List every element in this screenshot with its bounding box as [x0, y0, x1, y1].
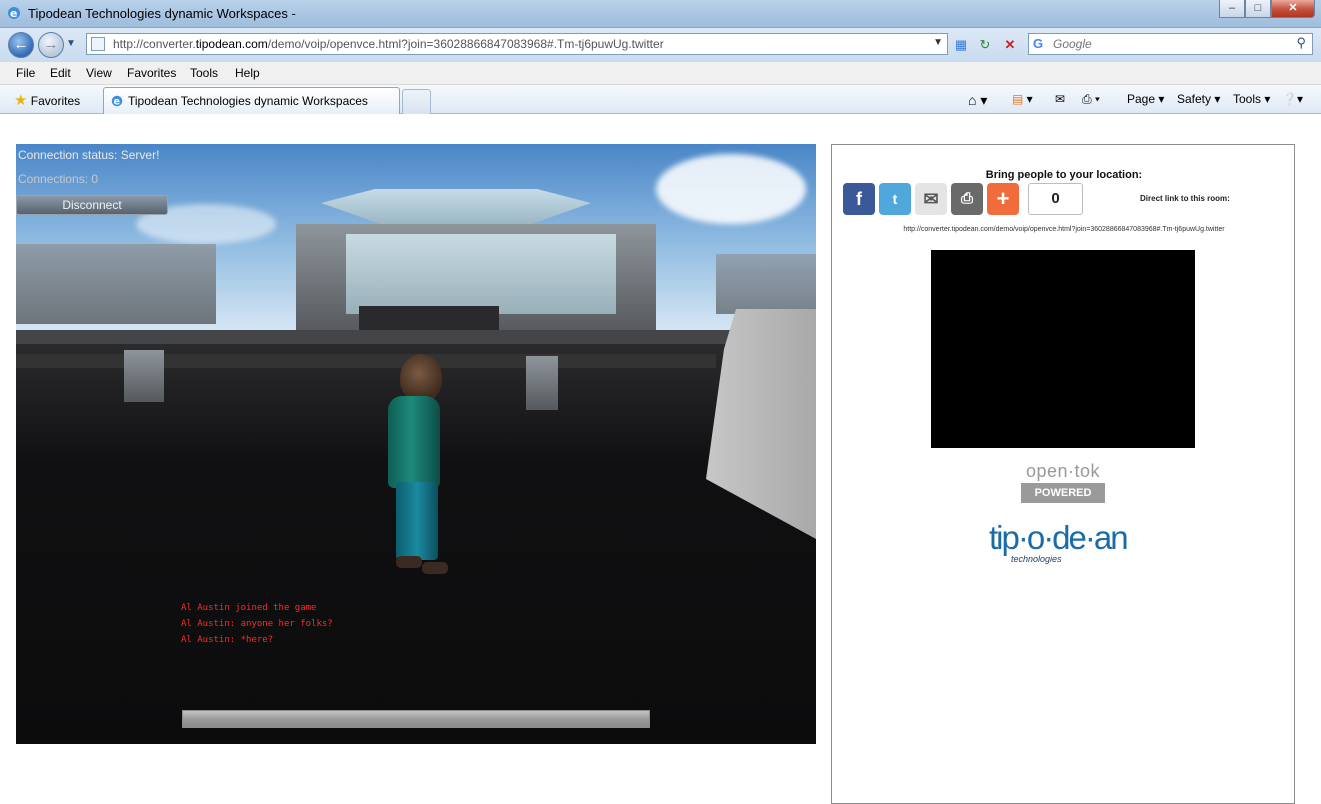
address-dropdown[interactable]: ▼: [933, 37, 943, 48]
connections-count: Connections: 0: [18, 172, 99, 186]
tools-menu[interactable]: Tools ▾: [1233, 92, 1270, 106]
railing: [16, 354, 716, 368]
url-text: http://converter.tipodean.com/demo/voip/…: [113, 37, 664, 51]
railing: [16, 330, 816, 344]
menu-view[interactable]: View: [86, 66, 112, 80]
connection-status: Connection status: Server!: [18, 148, 160, 162]
window-controls: – □ ✕: [1219, 0, 1315, 18]
disconnect-button[interactable]: Disconnect: [16, 195, 168, 215]
page-content: Connection status: Server! Connections: …: [0, 114, 1321, 804]
room-url-link[interactable]: http://converter.tipodean.com/demo/voip/…: [832, 226, 1296, 233]
game-viewport[interactable]: Connection status: Server! Connections: …: [16, 144, 816, 744]
bring-people-heading: Bring people to your location:: [985, 169, 1143, 181]
google-icon: G: [1033, 36, 1044, 51]
safety-menu[interactable]: Safety ▾: [1177, 92, 1220, 106]
progress-fill: [183, 711, 649, 727]
addthis-icon: +: [996, 186, 1010, 211]
refresh-icon[interactable]: ↻: [976, 36, 994, 54]
search-box[interactable]: G ⚲: [1028, 33, 1313, 55]
close-button[interactable]: ✕: [1271, 0, 1315, 18]
chat-line: Al Austin: *here?: [181, 635, 274, 645]
address-toolbar: ← → ▼ http://converter.tipodean.com/demo…: [0, 28, 1321, 62]
twitter-share-button[interactable]: t: [879, 183, 911, 215]
tab-title: Tipodean Technologies dynamic Workspaces: [128, 94, 368, 108]
glass-facade: [346, 234, 616, 314]
favorites-bar: ★ Favorites e Tipodean Technologies dyna…: [0, 85, 1321, 114]
mail-icon[interactable]: ✉: [1055, 92, 1065, 106]
avatar-character[interactable]: [386, 354, 466, 579]
window-title: Tipodean Technologies dynamic Workspaces…: [28, 6, 296, 21]
email-share-button[interactable]: ✉: [915, 183, 947, 215]
menu-file[interactable]: File: [16, 66, 35, 80]
compat-icon[interactable]: ▦: [952, 36, 970, 54]
menu-favorites[interactable]: Favorites: [127, 66, 176, 80]
favorites-button[interactable]: ★ Favorites: [14, 91, 80, 109]
help-icon[interactable]: ❔▾: [1282, 92, 1303, 106]
pillar: [124, 350, 164, 402]
pillar: [526, 356, 558, 410]
svg-text:e: e: [114, 97, 121, 108]
back-icon: ←: [13, 36, 29, 53]
opentok-logo: open·tok POWERED: [1021, 461, 1105, 503]
building: [16, 244, 216, 324]
stop-icon[interactable]: ✕: [1001, 36, 1019, 54]
favorites-label: Favorites: [30, 94, 81, 108]
building: [716, 254, 816, 314]
page-menu[interactable]: Page ▾: [1127, 92, 1164, 106]
chat-line: Al Austin joined the game: [181, 603, 317, 613]
page-icon: [91, 37, 105, 51]
side-panel: Bring people to your location: f t ✉ ⎙ +…: [831, 144, 1295, 804]
print-icon[interactable]: ⎙ ▾: [1082, 92, 1100, 107]
menu-edit[interactable]: Edit: [50, 66, 71, 80]
direct-link-label: Direct link to this room:: [1140, 194, 1230, 203]
menu-tools[interactable]: Tools: [190, 66, 218, 80]
tipodean-logo: tip·o·de·an technologies: [989, 519, 1139, 564]
email-icon: ✉: [923, 189, 939, 209]
facebook-share-button[interactable]: f: [843, 183, 875, 215]
addthis-button[interactable]: +: [987, 183, 1019, 215]
opentok-powered: POWERED: [1021, 483, 1105, 503]
printer-icon: ⎙: [960, 190, 973, 207]
svg-text:e: e: [10, 7, 17, 20]
share-counter[interactable]: 0: [1028, 183, 1083, 215]
cloud: [656, 154, 806, 224]
twitter-icon: t: [892, 191, 898, 207]
maximize-button[interactable]: □: [1245, 0, 1271, 18]
facebook-icon: f: [856, 189, 862, 209]
forward-button[interactable]: →: [38, 32, 64, 58]
address-field[interactable]: http://converter.tipodean.com/demo/voip/…: [86, 33, 948, 55]
ie-icon: e: [8, 7, 20, 20]
opentok-text: open·tok: [1025, 461, 1101, 481]
chat-line: Al Austin: anyone her folks?: [181, 619, 333, 629]
forward-icon: →: [43, 36, 59, 53]
tipodean-subtitle: technologies: [1011, 554, 1062, 564]
search-icon[interactable]: ⚲: [1296, 35, 1306, 51]
rss-icon[interactable]: ▤ ▾: [1012, 92, 1033, 106]
tipodean-wordmark: tip·o·de·an: [989, 519, 1129, 556]
star-icon: ★: [14, 92, 28, 109]
new-tab-button[interactable]: [402, 89, 431, 114]
print-share-button[interactable]: ⎙: [951, 183, 983, 215]
loading-progress-bar: [182, 710, 650, 728]
tab-active[interactable]: e Tipodean Technologies dynamic Workspac…: [103, 87, 400, 114]
video-stream[interactable]: [931, 250, 1195, 448]
window-titlebar: e Tipodean Technologies dynamic Workspac…: [0, 0, 1321, 28]
menu-help[interactable]: Help: [235, 66, 260, 80]
menu-bar: File Edit View Favorites Tools Help: [0, 62, 1321, 85]
home-icon[interactable]: ⌂ ▾: [968, 92, 987, 109]
search-input[interactable]: [1053, 36, 1283, 52]
back-button[interactable]: ←: [8, 32, 34, 58]
history-dropdown[interactable]: ▼: [66, 38, 76, 49]
ie-icon: e: [111, 95, 123, 108]
minimize-button[interactable]: –: [1219, 0, 1245, 18]
